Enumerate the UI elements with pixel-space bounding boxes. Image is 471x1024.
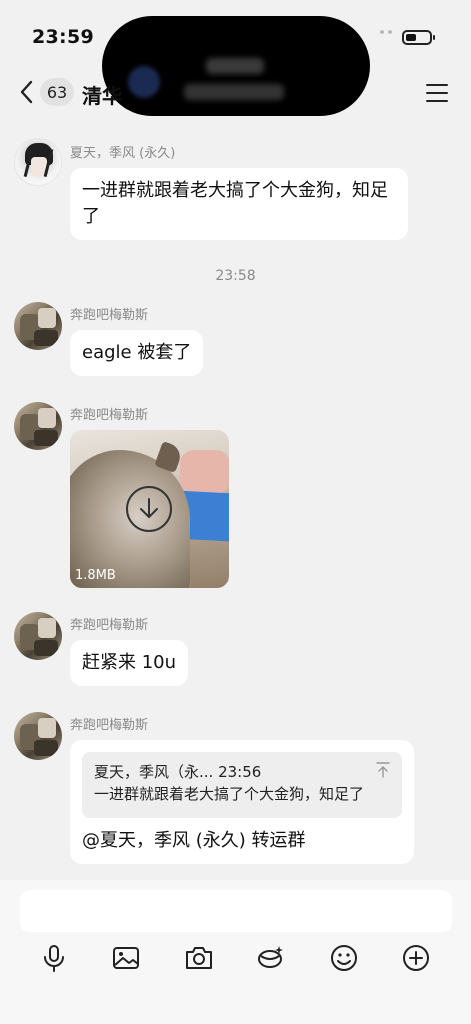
- quoted-message[interactable]: 夏天，季风（永... 23:56 一进群就跟着老大搞了个大金狗，知足了: [82, 752, 402, 818]
- emoji-icon[interactable]: [328, 942, 360, 974]
- avatar[interactable]: [14, 402, 62, 450]
- media-size: 1.8MB: [75, 568, 116, 583]
- sender-name: 奔跑吧梅勒斯: [70, 618, 149, 633]
- sender-name: 奔跑吧梅勒斯: [70, 718, 149, 733]
- chevron-left-icon: [20, 80, 33, 104]
- avatar[interactable]: [14, 302, 62, 350]
- back-button[interactable]: [14, 78, 38, 106]
- input-panel: [0, 880, 471, 1024]
- plus-icon[interactable]: [400, 942, 432, 974]
- red-packet-icon[interactable]: [255, 942, 287, 974]
- signal-dots: [380, 30, 392, 34]
- avatar[interactable]: [14, 612, 62, 660]
- notification-avatar: [128, 66, 160, 98]
- input-toolbar: [0, 942, 471, 978]
- jump-to-quote-icon[interactable]: [376, 762, 390, 782]
- battery-icon: [402, 30, 435, 45]
- time-divider: 23:58: [215, 268, 256, 284]
- message-bubble[interactable]: 一进群就跟着老大搞了个大金狗，知足了: [70, 168, 408, 240]
- message-bubble[interactable]: 赶紧来 10u: [70, 640, 189, 686]
- chat-title: 清华: [82, 84, 122, 108]
- menu-button[interactable]: [426, 82, 450, 104]
- notification-title-blurred: [206, 58, 264, 74]
- sender-name: 奔跑吧梅勒斯: [70, 408, 149, 423]
- download-icon[interactable]: [126, 486, 172, 532]
- avatar[interactable]: [14, 138, 62, 186]
- reply-message-bubble[interactable]: 夏天，季风（永... 23:56 一进群就跟着老大搞了个大金狗，知足了 @夏天，…: [70, 740, 414, 864]
- message-input[interactable]: [20, 890, 452, 932]
- sender-name: 奔跑吧梅勒斯: [70, 308, 149, 323]
- camera-icon[interactable]: [183, 942, 215, 974]
- unread-count-badge[interactable]: 63: [40, 78, 74, 106]
- quote-text: 一进群就跟着老大搞了个大金狗，知足了: [94, 785, 365, 803]
- image-icon[interactable]: [110, 942, 142, 974]
- status-time: 23:59: [32, 26, 94, 48]
- video-message[interactable]: 1.8MB: [70, 430, 229, 588]
- sender-name: 夏天，季风 (永久): [70, 146, 176, 161]
- message-bubble[interactable]: eagle 被套了: [70, 330, 204, 376]
- microphone-icon[interactable]: [38, 942, 70, 974]
- notification-body-blurred: [184, 84, 284, 100]
- reply-text: @夏天，季风 (永久) 转运群: [82, 830, 306, 851]
- avatar[interactable]: [14, 712, 62, 760]
- quote-header: 夏天，季风（永... 23:56: [94, 763, 262, 781]
